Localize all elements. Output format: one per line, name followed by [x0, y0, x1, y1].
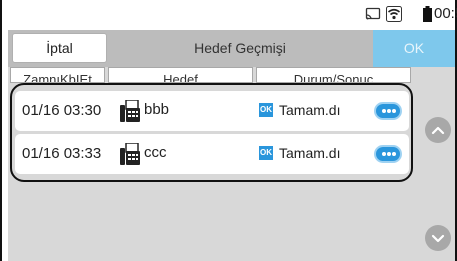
fax-icon	[120, 143, 140, 165]
cancel-button[interactable]: İptal	[12, 33, 107, 63]
scroll-down-button[interactable]	[425, 225, 451, 251]
details-button[interactable]	[374, 145, 402, 163]
details-button[interactable]	[374, 102, 402, 120]
fax-icon	[120, 100, 140, 122]
row-time: 01/16 03:30	[22, 102, 102, 119]
chevron-up-icon	[431, 126, 445, 135]
top-toolbar: İptal Hedef Geçmişi OK	[8, 30, 455, 67]
row-time: 01/16 03:33	[22, 145, 102, 162]
device-screen: 00:54 İptal Hedef Geçmişi OK ZamnıKbIEt …	[0, 0, 457, 261]
column-header-destination[interactable]: Hedef	[108, 67, 253, 83]
clock-time: 00:54	[434, 5, 457, 22]
scroll-up-button[interactable]	[425, 117, 451, 143]
column-header-time[interactable]: ZamnıKbIEt	[10, 67, 105, 83]
wifi-icon	[386, 6, 402, 22]
battery-icon	[423, 6, 432, 22]
more-dot-icon	[392, 152, 396, 156]
more-dot-icon	[392, 109, 396, 113]
column-header-status[interactable]: Durum/Sonuç	[256, 67, 411, 83]
more-dot-icon	[382, 152, 386, 156]
cast-icon	[365, 7, 381, 20]
row-destination: bbb	[144, 101, 170, 118]
more-dot-icon	[387, 109, 391, 113]
ok-status-icon: OK	[259, 146, 273, 160]
chevron-down-icon	[431, 234, 445, 243]
status-bar: 00:54	[2, 0, 457, 28]
table-row[interactable]: 01/16 03:30 bbb OK Tamam.dı	[15, 91, 409, 131]
frame-left-border	[0, 0, 2, 261]
page-title: Hedef Geçmişi	[194, 40, 286, 56]
row-status: Tamam.dı	[279, 102, 341, 118]
history-rows-highlight: 01/16 03:30 bbb OK Tamam.dı 01/16 03:33	[10, 83, 413, 182]
more-dot-icon	[387, 152, 391, 156]
ok-status-icon: OK	[259, 103, 273, 117]
row-status: Tamam.dı	[279, 145, 341, 161]
table-row[interactable]: 01/16 03:33 ccc OK Tamam.dı	[15, 134, 409, 174]
row-destination: ccc	[144, 144, 167, 161]
ok-button[interactable]: OK	[373, 30, 455, 67]
more-dot-icon	[382, 109, 386, 113]
